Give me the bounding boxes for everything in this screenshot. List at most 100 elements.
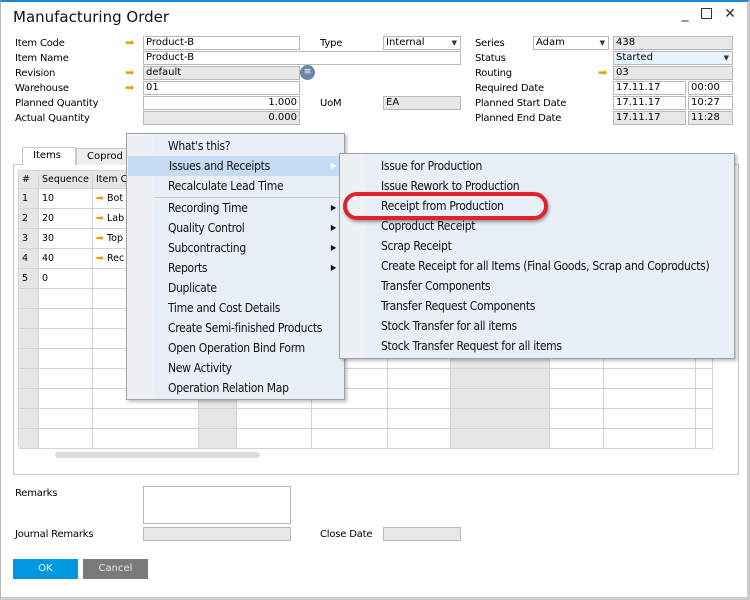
grid-cell[interactable] (604, 429, 696, 449)
grid-cell[interactable] (19, 349, 39, 369)
grid-cell[interactable] (451, 409, 550, 429)
grid-cell[interactable] (199, 409, 237, 429)
grid-cell[interactable]: 0 (39, 269, 93, 289)
required-date-field[interactable]: 17.11.17 (613, 81, 686, 95)
minimize-button[interactable]: _ (677, 6, 693, 22)
submenu-item[interactable]: Transfer Components (340, 276, 734, 296)
list-icon[interactable]: ≡ (300, 65, 315, 80)
link-arrow-icon[interactable]: ➡ (125, 67, 137, 78)
type-select[interactable]: Internal ▼ (383, 36, 461, 50)
menu-item[interactable]: Open Operation Bind Form (127, 338, 344, 358)
close-button[interactable]: ✕ (722, 6, 738, 22)
grid-cell[interactable] (39, 329, 93, 349)
grid-cell[interactable] (550, 369, 604, 389)
grid-cell[interactable]: 40 (39, 249, 93, 269)
grid-cell[interactable] (199, 429, 237, 449)
grid-cell[interactable] (550, 409, 604, 429)
grid-cell[interactable] (39, 349, 93, 369)
menu-item[interactable]: Subcontracting ▶ (127, 238, 344, 258)
item-code-field[interactable]: Product-B (143, 36, 300, 50)
grid-cell[interactable] (237, 409, 312, 429)
menu-item[interactable]: What's this? (127, 136, 344, 156)
grid-cell[interactable] (604, 369, 696, 389)
grid-cell[interactable] (388, 429, 451, 449)
grid-cell[interactable] (19, 329, 39, 349)
link-arrow-icon[interactable]: ➡ (598, 67, 610, 78)
maximize-button[interactable] (701, 8, 712, 19)
submenu-item[interactable]: Stock Transfer for all items (340, 316, 734, 336)
grid-cell[interactable] (696, 409, 713, 429)
grid-cell[interactable]: 20 (39, 209, 93, 229)
menu-item[interactable]: Issues and Receipts ▶ (128, 156, 344, 176)
horizontal-scrollbar[interactable] (55, 452, 260, 458)
warehouse-field[interactable]: 01 (143, 81, 300, 95)
grid-cell[interactable] (696, 369, 713, 389)
grid-cell[interactable] (696, 389, 713, 409)
submenu-item[interactable]: Stock Transfer Request for all items (340, 336, 734, 356)
cancel-button[interactable]: Cancel (83, 559, 148, 579)
grid-cell[interactable] (696, 429, 713, 449)
grid-cell[interactable] (39, 289, 93, 309)
submenu-item[interactable]: Transfer Request Components (340, 296, 734, 316)
grid-cell[interactable]: 1 (19, 189, 39, 209)
menu-item[interactable]: Create Semi-finished Products (127, 318, 344, 338)
grid-cell[interactable] (19, 389, 39, 409)
grid-cell[interactable] (312, 409, 388, 429)
grid-cell[interactable]: 3 (19, 229, 39, 249)
grid-cell[interactable] (550, 389, 604, 409)
grid-cell[interactable] (39, 429, 93, 449)
grid-cell[interactable] (604, 389, 696, 409)
link-arrow-icon[interactable]: ➡ (96, 233, 107, 244)
grid-cell[interactable] (19, 369, 39, 389)
link-arrow-icon[interactable]: ➡ (96, 193, 107, 204)
grid-cell[interactable]: 2 (19, 209, 39, 229)
planned-quantity-field[interactable]: 1.000 (143, 96, 300, 110)
grid-cell[interactable] (39, 309, 93, 329)
grid-cell[interactable] (604, 409, 696, 429)
grid-cell[interactable] (93, 409, 199, 429)
link-arrow-icon[interactable]: ➡ (96, 213, 107, 224)
menu-item[interactable]: Recalculate Lead Time (127, 176, 344, 196)
menu-item[interactable]: Duplicate (127, 278, 344, 298)
planned-start-time-field[interactable]: 10:27 (688, 96, 733, 110)
grid-cell[interactable] (312, 429, 388, 449)
tab-items[interactable]: Items (22, 147, 76, 165)
menu-item[interactable]: Quality Control ▶ (127, 218, 344, 238)
series-select[interactable]: Adam ▼ (533, 36, 609, 50)
menu-item[interactable]: New Activity (127, 358, 344, 378)
revision-field[interactable]: default (143, 66, 300, 80)
grid-cell[interactable] (19, 309, 39, 329)
status-select[interactable]: Started ▼ (613, 51, 733, 65)
planned-start-date-field[interactable]: 17.11.17 (613, 96, 686, 110)
menu-item[interactable]: Recording Time ▶ (127, 198, 344, 218)
grid-cell[interactable]: 30 (39, 229, 93, 249)
grid-cell[interactable] (451, 429, 550, 449)
link-arrow-icon[interactable]: ➡ (125, 82, 137, 93)
grid-cell[interactable] (19, 409, 39, 429)
grid-cell[interactable] (388, 409, 451, 429)
grid-cell[interactable] (93, 429, 199, 449)
grid-cell[interactable] (39, 389, 93, 409)
grid-cell[interactable] (451, 389, 550, 409)
menu-item[interactable]: Time and Cost Details (127, 298, 344, 318)
menu-item[interactable]: Reports ▶ (127, 258, 344, 278)
remarks-textarea[interactable] (143, 486, 291, 524)
grid-cell[interactable] (451, 369, 550, 389)
link-arrow-icon[interactable]: ➡ (96, 253, 107, 264)
grid-cell[interactable] (237, 429, 312, 449)
grid-cell[interactable]: 5 (19, 269, 39, 289)
item-name-field[interactable]: Product-B (143, 51, 461, 65)
grid-cell[interactable] (39, 369, 93, 389)
submenu-item[interactable]: Issue for Production (340, 156, 734, 176)
grid-cell[interactable] (550, 429, 604, 449)
grid-cell[interactable] (39, 409, 93, 429)
grid-cell[interactable] (19, 289, 39, 309)
grid-cell[interactable] (388, 369, 451, 389)
submenu-item[interactable]: Scrap Receipt (340, 236, 734, 256)
submenu-item[interactable]: Create Receipt for all Items (Final Good… (340, 256, 734, 276)
grid-cell[interactable] (19, 429, 39, 449)
link-arrow-icon[interactable]: ➡ (125, 37, 137, 48)
menu-item[interactable]: Operation Relation Map (127, 378, 344, 398)
required-time-field[interactable]: 00:00 (688, 81, 733, 95)
ok-button[interactable]: OK (13, 559, 78, 579)
